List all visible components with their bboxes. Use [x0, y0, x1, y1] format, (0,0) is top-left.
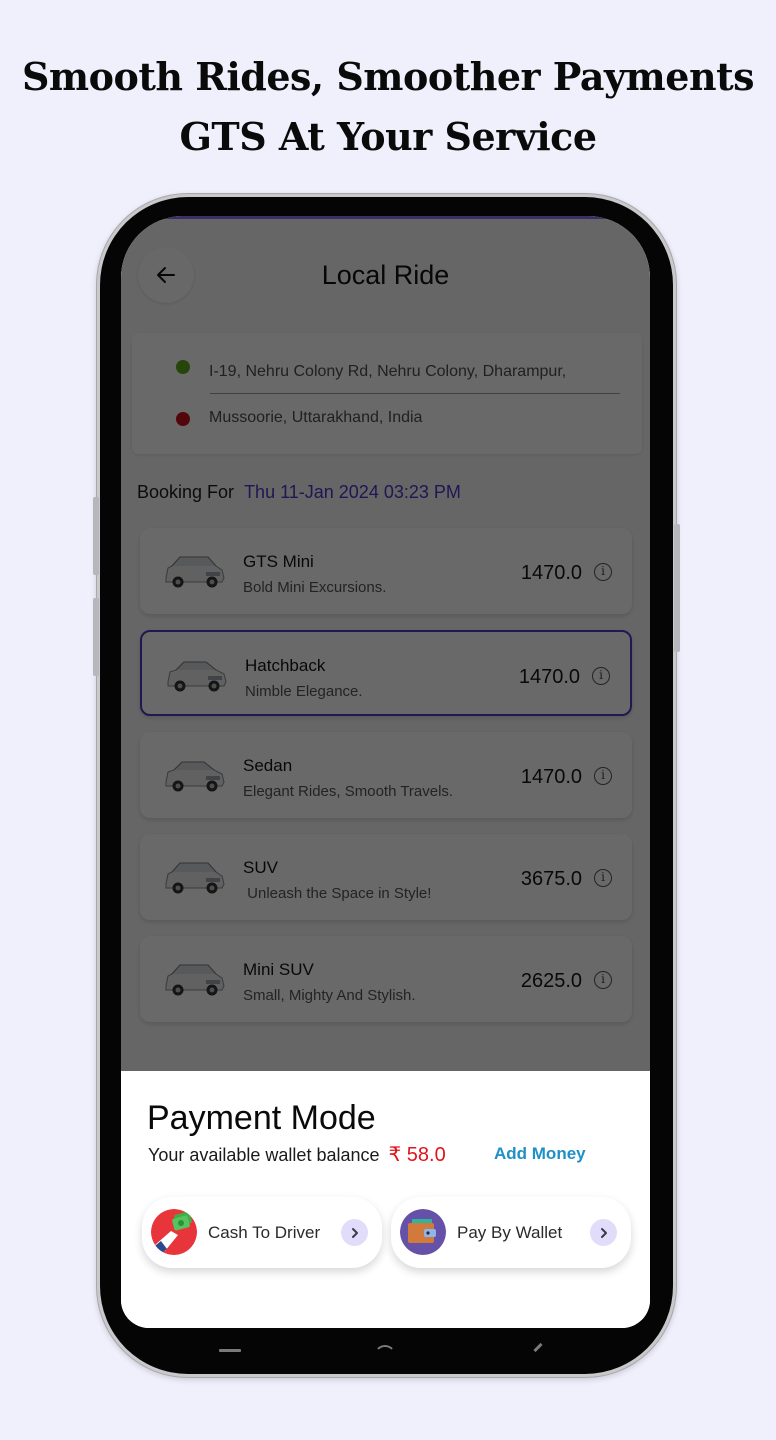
cash-hand-icon: [151, 1209, 197, 1255]
ride-price: 1470.0: [520, 562, 582, 584]
cash-to-driver-label: Cash To Driver: [208, 1223, 321, 1242]
info-icon[interactable]: i: [594, 563, 612, 581]
payment-mode-title: Payment Mode: [147, 1099, 376, 1137]
ride-option-suv[interactable]: SUV Unleash the Space in Style! 3675.0 i: [140, 834, 632, 920]
info-icon[interactable]: i: [592, 667, 610, 685]
add-money-link[interactable]: Add Money: [494, 1144, 586, 1164]
ride-name: GTS Mini: [243, 552, 314, 571]
drop-address[interactable]: Mussoorie, Uttarakhand, India: [209, 409, 422, 427]
pay-by-wallet-label: Pay By Wallet: [457, 1223, 563, 1242]
ride-name: Mini SUV: [243, 960, 314, 979]
wallet-balance-row: Your available wallet balance ₹ 58.0: [148, 1142, 446, 1167]
payment-mode-sheet: Payment Mode Your available wallet balan…: [121, 1071, 650, 1328]
nav-home-icon[interactable]: [374, 1345, 396, 1367]
route-divider: [210, 393, 620, 394]
local-ride-screen: Local Ride I-19, Nehru Colony Rd, Nehru …: [121, 216, 650, 1071]
status-bar-tint: [121, 216, 650, 219]
ride-description: Elegant Rides, Smooth Travels.: [243, 783, 454, 800]
info-icon[interactable]: i: [594, 767, 612, 785]
wallet-icon: [400, 1209, 446, 1255]
suv-car-icon: [162, 854, 226, 898]
info-icon[interactable]: i: [594, 869, 612, 887]
cash-to-driver-button[interactable]: Cash To Driver: [142, 1197, 382, 1268]
ride-option-gts-mini[interactable]: GTS Mini Bold Mini Excursions. 1470.0 i: [140, 528, 632, 614]
mini-suv-car-icon: [162, 956, 226, 1000]
ride-description: Small, Mighty And Stylish.: [243, 987, 416, 1004]
ride-price: 2625.0: [520, 970, 582, 992]
ride-name: Hatchback: [245, 656, 326, 675]
ride-option-hatchback[interactable]: Hatchback Nimble Elegance. 1470.0 i: [140, 630, 632, 716]
ride-price: 1470.0: [518, 666, 580, 688]
ride-option-sedan[interactable]: Sedan Elegant Rides, Smooth Travels. 1470.…: [140, 732, 632, 818]
booking-for-row: Booking For Thu 11-Jan 2024 03:23 PM: [137, 482, 461, 503]
ride-description: Nimble Elegance.: [245, 683, 363, 700]
page-title: Local Ride: [321, 260, 450, 290]
ride-option-mini-suv[interactable]: Mini SUV Small, Mighty And Stylish. 2625.0…: [140, 936, 632, 1022]
booking-for-label: Booking For: [137, 482, 235, 502]
pay-by-wallet-button[interactable]: Pay By Wallet: [391, 1197, 631, 1268]
wallet-balance-amount: ₹ 58.0: [388, 1144, 446, 1166]
phone-screen: Local Ride I-19, Nehru Colony Rd, Nehru …: [121, 216, 650, 1328]
chevron-right-icon: [590, 1219, 617, 1246]
sedan-car-icon: [162, 752, 226, 796]
drop-dot-icon: [176, 412, 190, 426]
mpv-car-icon: [162, 548, 226, 592]
booking-datetime[interactable]: Thu 11-Jan 2024 03:23 PM: [244, 482, 461, 502]
hatchback-car-icon: [164, 652, 228, 696]
ride-price: 3675.0: [520, 868, 582, 890]
system-nav-bar: [121, 1328, 650, 1358]
chevron-right-icon: [341, 1219, 368, 1246]
nav-recents-icon[interactable]: [219, 1349, 241, 1352]
wallet-balance-label: Your available wallet balance: [148, 1145, 380, 1165]
promo-headline-line1: Smooth Rides, Smoother Payments: [21, 54, 755, 99]
route-card: I-19, Nehru Colony Rd, Nehru Colony, Dha…: [132, 333, 642, 454]
nav-back-icon[interactable]: [533, 1342, 543, 1353]
promo-headline-line2: GTS At Your Service: [179, 114, 597, 159]
ride-description: Unleash the Space in Style!: [243, 885, 432, 902]
ride-description: Bold Mini Excursions.: [243, 579, 387, 596]
info-icon[interactable]: i: [594, 971, 612, 989]
phone-volume-down-button: [93, 598, 99, 676]
ride-name: SUV: [243, 858, 278, 877]
ride-name: Sedan: [243, 756, 293, 775]
pickup-dot-icon: [176, 360, 190, 374]
phone-power-button: [674, 524, 680, 652]
ride-price: 1470.0: [520, 766, 582, 788]
pickup-address[interactable]: I-19, Nehru Colony Rd, Nehru Colony, Dha…: [209, 363, 566, 381]
phone-volume-up-button: [93, 497, 99, 575]
